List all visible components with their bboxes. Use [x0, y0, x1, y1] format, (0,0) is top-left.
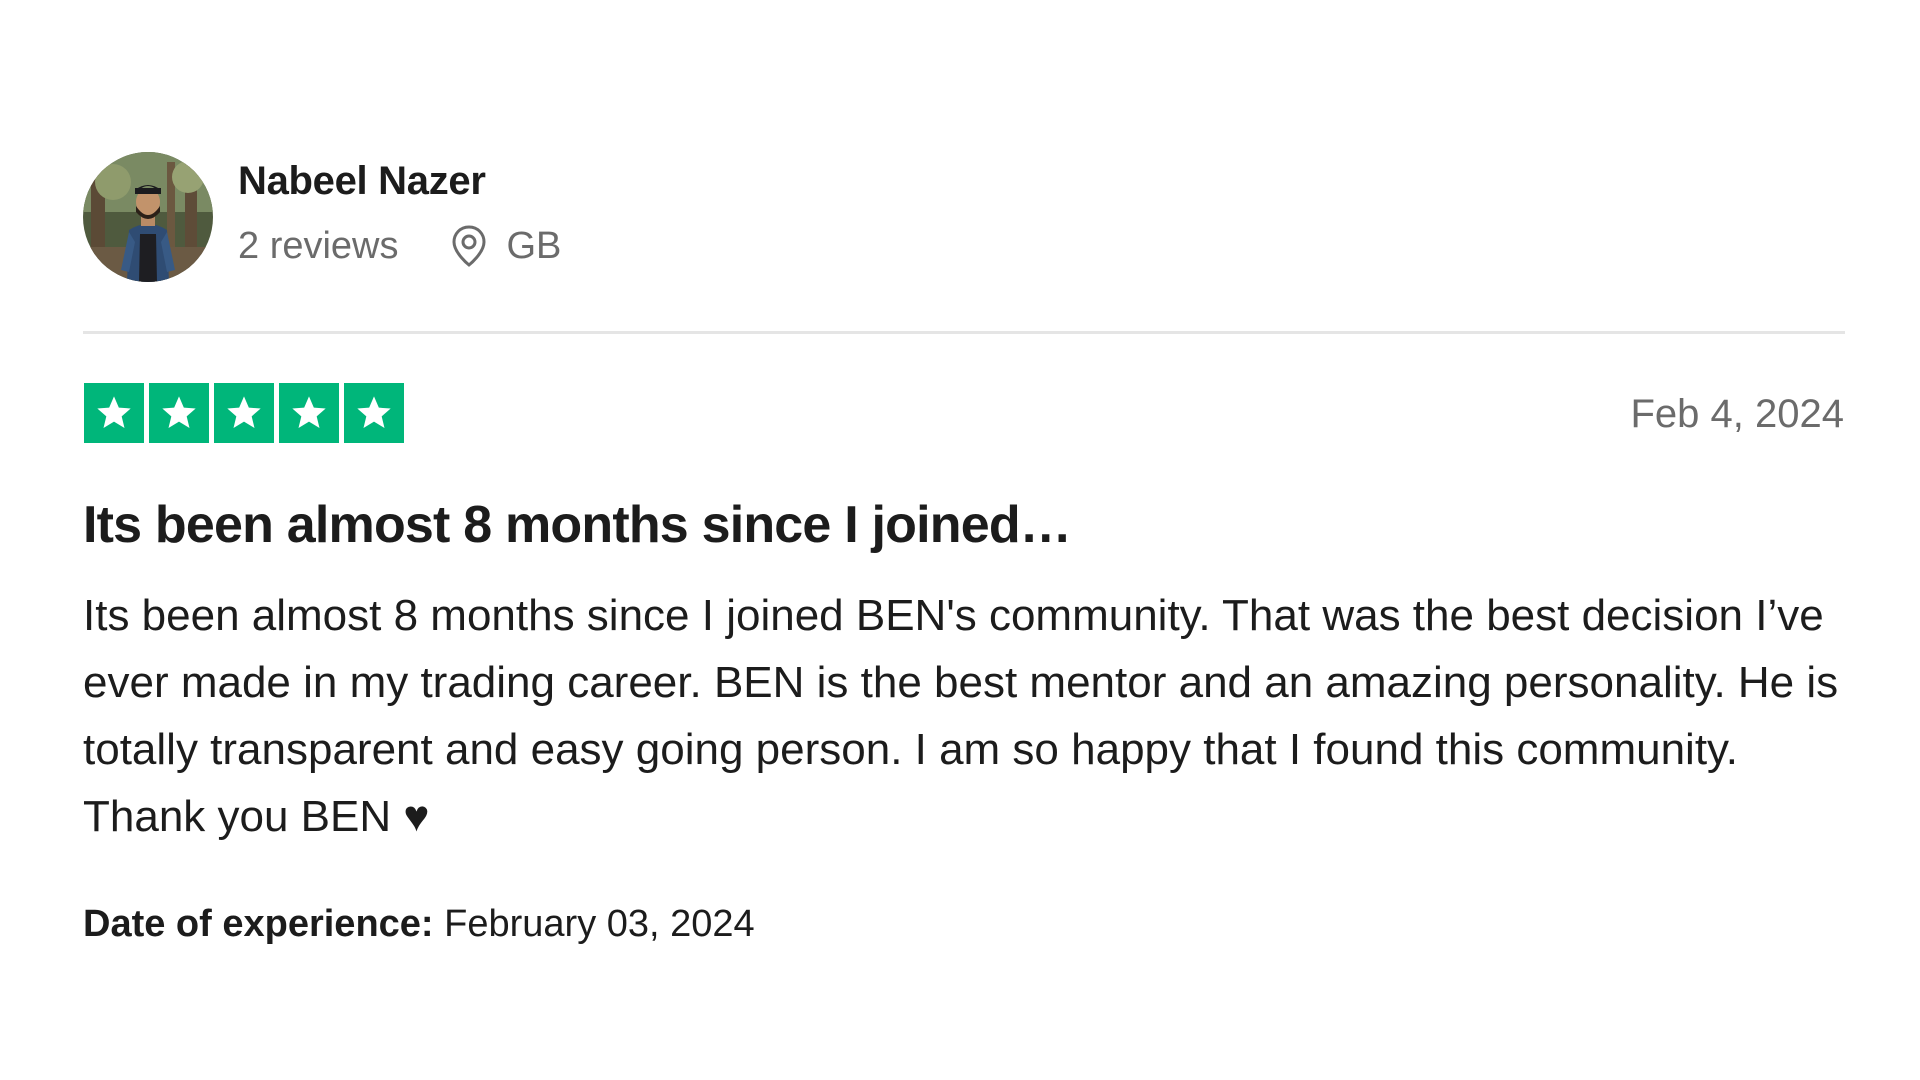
reviewer-header: Nabeel Nazer 2 reviews GB — [83, 152, 561, 282]
avatar[interactable] — [83, 152, 213, 282]
reviewer-location: GB — [506, 225, 562, 267]
review-card: Nabeel Nazer 2 reviews GB Feb 4, 2024 It… — [0, 0, 1920, 1080]
reviewer-meta: 2 reviews GB — [238, 223, 561, 269]
star-icon — [84, 383, 144, 443]
reviewer-name[interactable]: Nabeel Nazer — [238, 157, 561, 205]
date-of-experience: Date of experience: February 03, 2024 — [83, 901, 755, 947]
star-icon — [214, 383, 274, 443]
avatar-photo — [83, 152, 213, 282]
review-count: 2 reviews — [238, 225, 399, 267]
review-body: Its been almost 8 months since I joined … — [83, 591, 1839, 841]
star-icon — [279, 383, 339, 443]
review-date: Feb 4, 2024 — [1630, 392, 1845, 436]
reviewer-identity: Nabeel Nazer 2 reviews GB — [238, 159, 561, 269]
experience-date: February 03, 2024 — [444, 903, 755, 945]
star-icon — [149, 383, 209, 443]
star-icon — [344, 383, 404, 443]
location-pin-icon — [449, 224, 489, 268]
review-title[interactable]: Its been almost 8 months since I joined… — [83, 494, 1072, 556]
divider — [83, 331, 1845, 334]
experience-label: Date of experience: — [83, 903, 434, 945]
star-rating — [84, 383, 404, 443]
